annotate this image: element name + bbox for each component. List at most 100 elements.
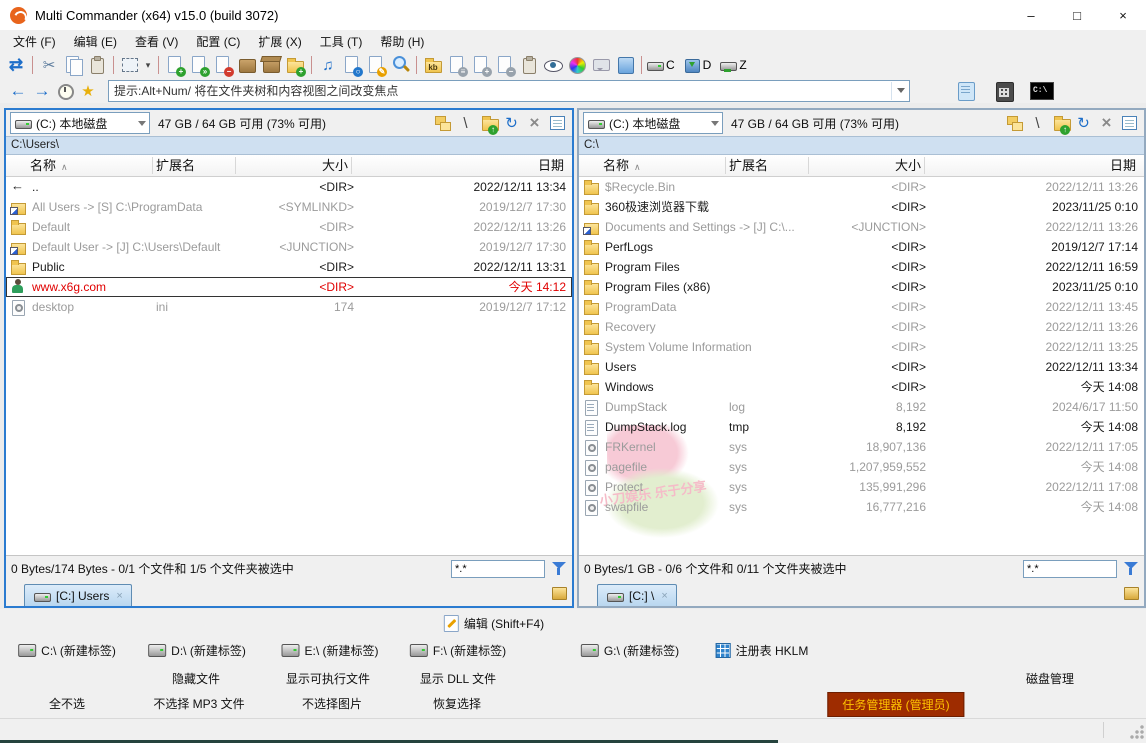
hint-input[interactable] xyxy=(109,83,891,99)
root-icon[interactable]: \ xyxy=(456,111,475,135)
menu-item[interactable]: 扩展 (X) xyxy=(249,31,310,52)
right-drive-selector[interactable]: (C:) 本地磁盘 xyxy=(583,112,723,134)
menu-item[interactable]: 工具 (T) xyxy=(311,31,372,52)
close-button[interactable]: × xyxy=(1100,0,1146,30)
root-icon[interactable]: \ xyxy=(1028,111,1047,135)
maximize-button[interactable]: □ xyxy=(1054,0,1100,30)
command-deselect-images[interactable]: 不选择图片 xyxy=(296,692,368,715)
file-row[interactable]: Program Files <DIR> 2022/12/11 16:59 xyxy=(579,257,1144,277)
drive-d-button[interactable]: D xyxy=(683,57,720,73)
command-hidden-files[interactable]: 隐藏文件 xyxy=(166,667,226,690)
file-row[interactable]: swapfile 16,777,216 今天 14:08 sys xyxy=(579,497,1144,517)
file-row[interactable]: Documents and Settings -> [J] C:\... <JU… xyxy=(579,217,1144,237)
filter-input[interactable] xyxy=(451,560,545,578)
swap-panels-icon[interactable]: ⇄ xyxy=(5,53,27,77)
panel-view-icon[interactable] xyxy=(614,53,636,77)
new-file-icon[interactable]: + xyxy=(164,53,186,77)
toolbar-separator[interactable] xyxy=(308,53,315,77)
file-row[interactable]: 360极速浏览器下载 <DIR> 2023/11/25 0:10 xyxy=(579,197,1144,217)
file-row[interactable]: Public <DIR> 2022/12/11 13:31 xyxy=(6,257,572,277)
notepad-icon[interactable] xyxy=(954,80,978,102)
command-new-tab-c[interactable]: C:\ (新建标签) xyxy=(12,639,122,662)
paste-icon[interactable] xyxy=(86,53,108,77)
command-edit[interactable]: 编辑 (Shift+F4) xyxy=(438,612,550,635)
file-row[interactable]: FRKernel 18,907,136 2022/12/11 17:05 sys xyxy=(579,437,1144,457)
menu-item[interactable]: 配置 (C) xyxy=(187,31,249,52)
cut-icon[interactable]: ✂ xyxy=(38,53,60,77)
address-dropdown-icon[interactable] xyxy=(891,82,909,100)
viewer-eye-icon[interactable] xyxy=(542,53,564,77)
command-show-dll[interactable]: 显示 DLL 文件 xyxy=(414,667,502,690)
back-icon[interactable]: ← xyxy=(7,79,29,103)
address-combobox[interactable] xyxy=(108,80,910,102)
file-row[interactable]: PerfLogs <DIR> 2019/12/7 17:14 xyxy=(579,237,1144,257)
toolbar-separator[interactable] xyxy=(413,53,420,77)
column-ext[interactable]: 扩展名 xyxy=(729,155,768,176)
command-new-tab-g[interactable]: G:\ (新建标签) xyxy=(575,639,685,662)
file-row[interactable]: $Recycle.Bin <DIR> 2022/12/11 13:26 xyxy=(579,177,1144,197)
column-ext[interactable]: 扩展名 xyxy=(156,155,195,176)
parent-folder-icon[interactable]: ↑ xyxy=(479,111,498,135)
file-row[interactable]: Recovery <DIR> 2022/12/11 13:26 xyxy=(579,317,1144,337)
column-size[interactable]: 大小 xyxy=(238,155,348,176)
doc-remove-icon[interactable]: − xyxy=(494,53,516,77)
left-path-bar[interactable]: C:\Users\ xyxy=(6,136,572,155)
command-select-none[interactable]: 全不选 xyxy=(43,692,91,715)
command-new-tab-f[interactable]: F:\ (新建标签) xyxy=(404,639,512,662)
file-row[interactable]: DumpStack.log 8,192 今天 14:08 tmp xyxy=(579,417,1144,437)
filter-input[interactable] xyxy=(1023,560,1117,578)
file-row[interactable]: DumpStack 8,192 2024/6/17 11:50 log xyxy=(579,397,1144,417)
toolbar-separator[interactable] xyxy=(155,53,162,77)
comment-icon[interactable] xyxy=(590,53,612,77)
menu-item[interactable]: 文件 (F) xyxy=(4,31,65,52)
menu-item[interactable]: 帮助 (H) xyxy=(371,31,433,52)
disconnect-icon[interactable]: × xyxy=(1097,111,1116,135)
favorites-icon[interactable]: ★ xyxy=(77,79,99,103)
command-deselect-mp3[interactable]: 不选择 MP3 文件 xyxy=(147,692,250,715)
new-folder-icon[interactable]: + xyxy=(284,53,306,77)
command-disk-management[interactable]: 磁盘管理 xyxy=(1020,667,1080,690)
file-row[interactable]: System Volume Information <DIR> 2022/12/… xyxy=(579,337,1144,357)
minimize-button[interactable]: – xyxy=(1008,0,1054,30)
folder-tree-icon[interactable] xyxy=(1005,113,1024,133)
history-icon[interactable] xyxy=(55,81,75,101)
calculator-icon[interactable] xyxy=(992,80,1016,102)
unpack-archive-icon[interactable] xyxy=(260,53,282,77)
search-icon[interactable] xyxy=(389,53,411,77)
drive-z-button[interactable]: Z xyxy=(719,57,754,73)
command-new-tab-d[interactable]: D:\ (新建标签) xyxy=(142,639,252,662)
right-panel-tab[interactable]: [C:] \ × xyxy=(597,584,677,606)
tab-list-button[interactable] xyxy=(550,583,568,604)
cmd-icon[interactable]: C:\ xyxy=(1030,82,1054,100)
delete-file-icon[interactable]: − xyxy=(212,53,234,77)
file-row[interactable]: Program Files (x86) <DIR> 2023/11/25 0:1… xyxy=(579,277,1144,297)
file-row[interactable]: Default User -> [J] C:\Users\Default <JU… xyxy=(6,237,572,257)
view-mode-icon[interactable] xyxy=(1120,113,1139,133)
column-size[interactable]: 大小 xyxy=(811,155,921,176)
edit-file-icon[interactable]: ✎ xyxy=(365,53,387,77)
kb-folder-icon[interactable]: kb xyxy=(422,53,444,77)
copy-icon[interactable] xyxy=(62,53,84,77)
preview-file-icon[interactable]: ○ xyxy=(341,53,363,77)
filter-funnel-icon[interactable] xyxy=(1123,560,1139,577)
right-path-bar[interactable]: C:\ xyxy=(579,136,1144,155)
doc-add-icon[interactable]: + xyxy=(470,53,492,77)
drive-c-button[interactable]: C xyxy=(646,57,683,73)
menu-item[interactable]: 查看 (V) xyxy=(126,31,187,52)
file-row[interactable]: Windows <DIR> 今天 14:08 xyxy=(579,377,1144,397)
refresh-icon[interactable]: ↻ xyxy=(502,111,521,135)
command-restore-selection[interactable]: 恢复选择 xyxy=(427,692,487,715)
file-row[interactable]: www.x6g.com <DIR> 今天 14:12 xyxy=(6,277,572,297)
folder-tree-icon[interactable] xyxy=(433,113,452,133)
filter-funnel-icon[interactable] xyxy=(551,560,567,577)
command-registry-hklm[interactable]: 注册表 HKLM xyxy=(710,639,815,662)
toolbar-separator[interactable] xyxy=(638,53,645,77)
toolbar-separator[interactable] xyxy=(29,53,36,77)
column-date[interactable]: 日期 xyxy=(1110,155,1136,176)
command-new-tab-e[interactable]: E:\ (新建标签) xyxy=(276,639,385,662)
resize-grip[interactable] xyxy=(1130,725,1144,739)
tab-close-icon[interactable]: × xyxy=(116,590,122,602)
command-show-executables[interactable]: 显示可执行文件 xyxy=(280,667,376,690)
tab-close-icon[interactable]: × xyxy=(661,590,667,602)
file-row[interactable]: ProgramData <DIR> 2022/12/11 13:45 xyxy=(579,297,1144,317)
